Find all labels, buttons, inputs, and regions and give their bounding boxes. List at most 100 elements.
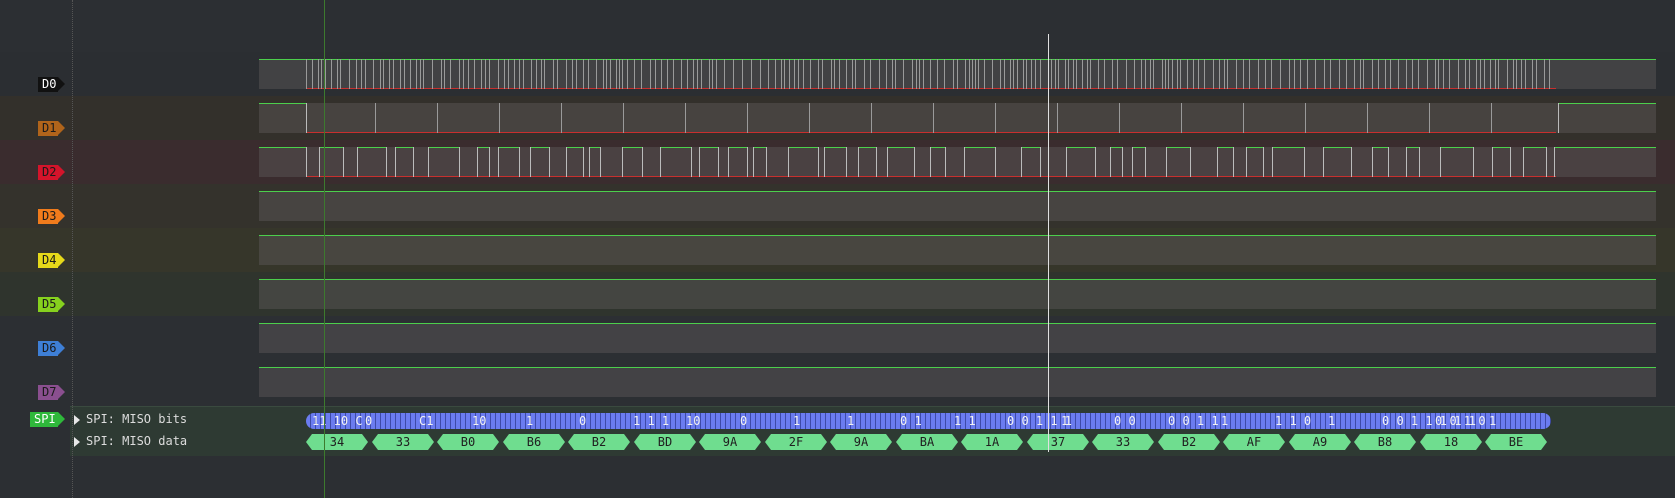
signal-edge (1190, 147, 1191, 177)
signal-edge (1057, 103, 1058, 133)
signal-edge (423, 59, 424, 89)
miso-data-byte[interactable]: B8 (1354, 434, 1416, 450)
channel-badge-d4[interactable]: D4 (38, 253, 67, 268)
miso-data-byte[interactable]: BE (1485, 434, 1547, 450)
time-marker-line[interactable] (324, 0, 325, 498)
waveform-d4[interactable] (259, 235, 1656, 265)
decoder-badge-spi[interactable]: SPI (30, 412, 65, 427)
signal-edge (349, 59, 350, 89)
channel-badge-d5[interactable]: D5 (38, 297, 67, 312)
miso-data-byte[interactable]: B0 (437, 434, 499, 450)
pulse-high (930, 147, 945, 148)
signal-edge (1126, 59, 1127, 89)
signal-edge (306, 59, 307, 89)
miso-data-byte[interactable]: BD (634, 434, 696, 450)
miso-data-byte[interactable]: 9A (830, 434, 892, 450)
channel-badge-d1[interactable]: D1 (38, 121, 67, 136)
miso-data-byte[interactable]: 1A (961, 434, 1023, 450)
signal-edge (623, 103, 624, 133)
channel-badge-d2[interactable]: D2 (38, 165, 67, 180)
signal-edge (549, 147, 550, 177)
signal-edge (498, 147, 499, 177)
miso-bits-strip[interactable]: 11 10 C 0 C1 10 1 0 1 1 1 10 0 1 1 0 11 10 0 1 1 11… (306, 413, 1551, 429)
signal-edge (839, 59, 840, 89)
pulse-high (858, 147, 876, 148)
signal-edge (937, 59, 938, 89)
signal-edge (1145, 147, 1146, 177)
decoder-row-miso-data[interactable]: SPI: MISO data (86, 434, 187, 448)
expand-triangle-icon[interactable] (74, 415, 80, 425)
miso-data-byte[interactable]: A9 (1289, 434, 1351, 450)
miso-data-byte[interactable]: 37 (1027, 434, 1089, 450)
miso-data-byte[interactable]: B6 (503, 434, 565, 450)
decoder-row-miso-bits[interactable]: SPI: MISO bits (86, 412, 187, 426)
miso-data-byte[interactable]: 9A (699, 434, 761, 450)
miso-data-byte[interactable]: BA (896, 434, 958, 450)
channel-badge-d3[interactable]: D3 (38, 209, 67, 224)
waveform-d7[interactable] (259, 367, 1656, 397)
signal-edge (641, 59, 642, 89)
signal-edge (693, 59, 694, 89)
signal-edge (1213, 59, 1214, 89)
signal-edge (1021, 147, 1022, 177)
miso-data-byte[interactable]: 34 (306, 434, 368, 450)
cursor-line[interactable] (1048, 34, 1049, 452)
signal-edge (852, 59, 853, 89)
expand-triangle-icon[interactable] (74, 437, 80, 447)
signal-edge (831, 59, 832, 89)
miso-bit-value: 1 (1328, 414, 1336, 428)
channel-row-d5: D5 (0, 272, 1675, 316)
miso-data-byte[interactable]: AF (1223, 434, 1285, 450)
signal-edge (760, 59, 761, 89)
channel-badge-d0[interactable]: D0 (38, 77, 67, 92)
signal-edge (1435, 59, 1436, 89)
miso-data-byte[interactable]: 33 (372, 434, 434, 450)
miso-data-byte[interactable]: B2 (1158, 434, 1220, 450)
pulse-high (1440, 147, 1473, 148)
miso-data-byte[interactable]: 33 (1092, 434, 1154, 450)
signal-edge (572, 59, 573, 89)
signal-edge (1544, 59, 1545, 89)
signal-edge (1443, 59, 1444, 89)
signal-edge (420, 59, 421, 89)
signal-edge (393, 59, 394, 89)
waveform-d2[interactable] (259, 147, 1656, 177)
signal-edge (673, 59, 674, 89)
pulse-high (1166, 147, 1190, 148)
signal-edge (1224, 59, 1225, 89)
channel-row-d3: D3 (0, 184, 1675, 228)
signal-edge (395, 147, 396, 177)
signal-edge (1040, 59, 1041, 89)
channel-badge-d7[interactable]: D7 (38, 385, 67, 400)
waveform-d6[interactable] (259, 323, 1656, 353)
signal-edge (903, 59, 904, 89)
signal-edge (858, 147, 859, 177)
signal-edge (965, 59, 966, 89)
signal-edge (916, 59, 917, 89)
waveform-d0[interactable] (259, 59, 1656, 89)
signal-edge (437, 103, 438, 133)
miso-data-byte[interactable]: 18 (1420, 434, 1482, 450)
miso-data-byte[interactable]: B2 (568, 434, 630, 450)
signal-edge (879, 59, 880, 89)
miso-data-byte[interactable]: 2F (765, 434, 827, 450)
signal-edge (1087, 59, 1088, 89)
waveform-d3[interactable] (259, 191, 1656, 221)
signal-edge (1168, 59, 1169, 89)
signal-edge (870, 59, 871, 89)
signal-edge (1150, 59, 1151, 89)
signal-edge (1339, 59, 1340, 89)
channel-badge-d6[interactable]: D6 (38, 341, 67, 356)
signal-edge (1076, 59, 1077, 89)
signal-edge (588, 59, 589, 89)
signal-edge (1418, 59, 1419, 89)
waveform-d1[interactable] (259, 103, 1656, 133)
signal-high-line (259, 279, 1656, 280)
miso-bit-value: 1 (1061, 414, 1069, 428)
waveform-d5[interactable] (259, 279, 1656, 309)
signal-edge (1419, 147, 1420, 177)
signal-edge (766, 147, 767, 177)
pulse-high (887, 147, 914, 148)
pulse-high (319, 147, 343, 148)
signal-edge (789, 59, 790, 89)
